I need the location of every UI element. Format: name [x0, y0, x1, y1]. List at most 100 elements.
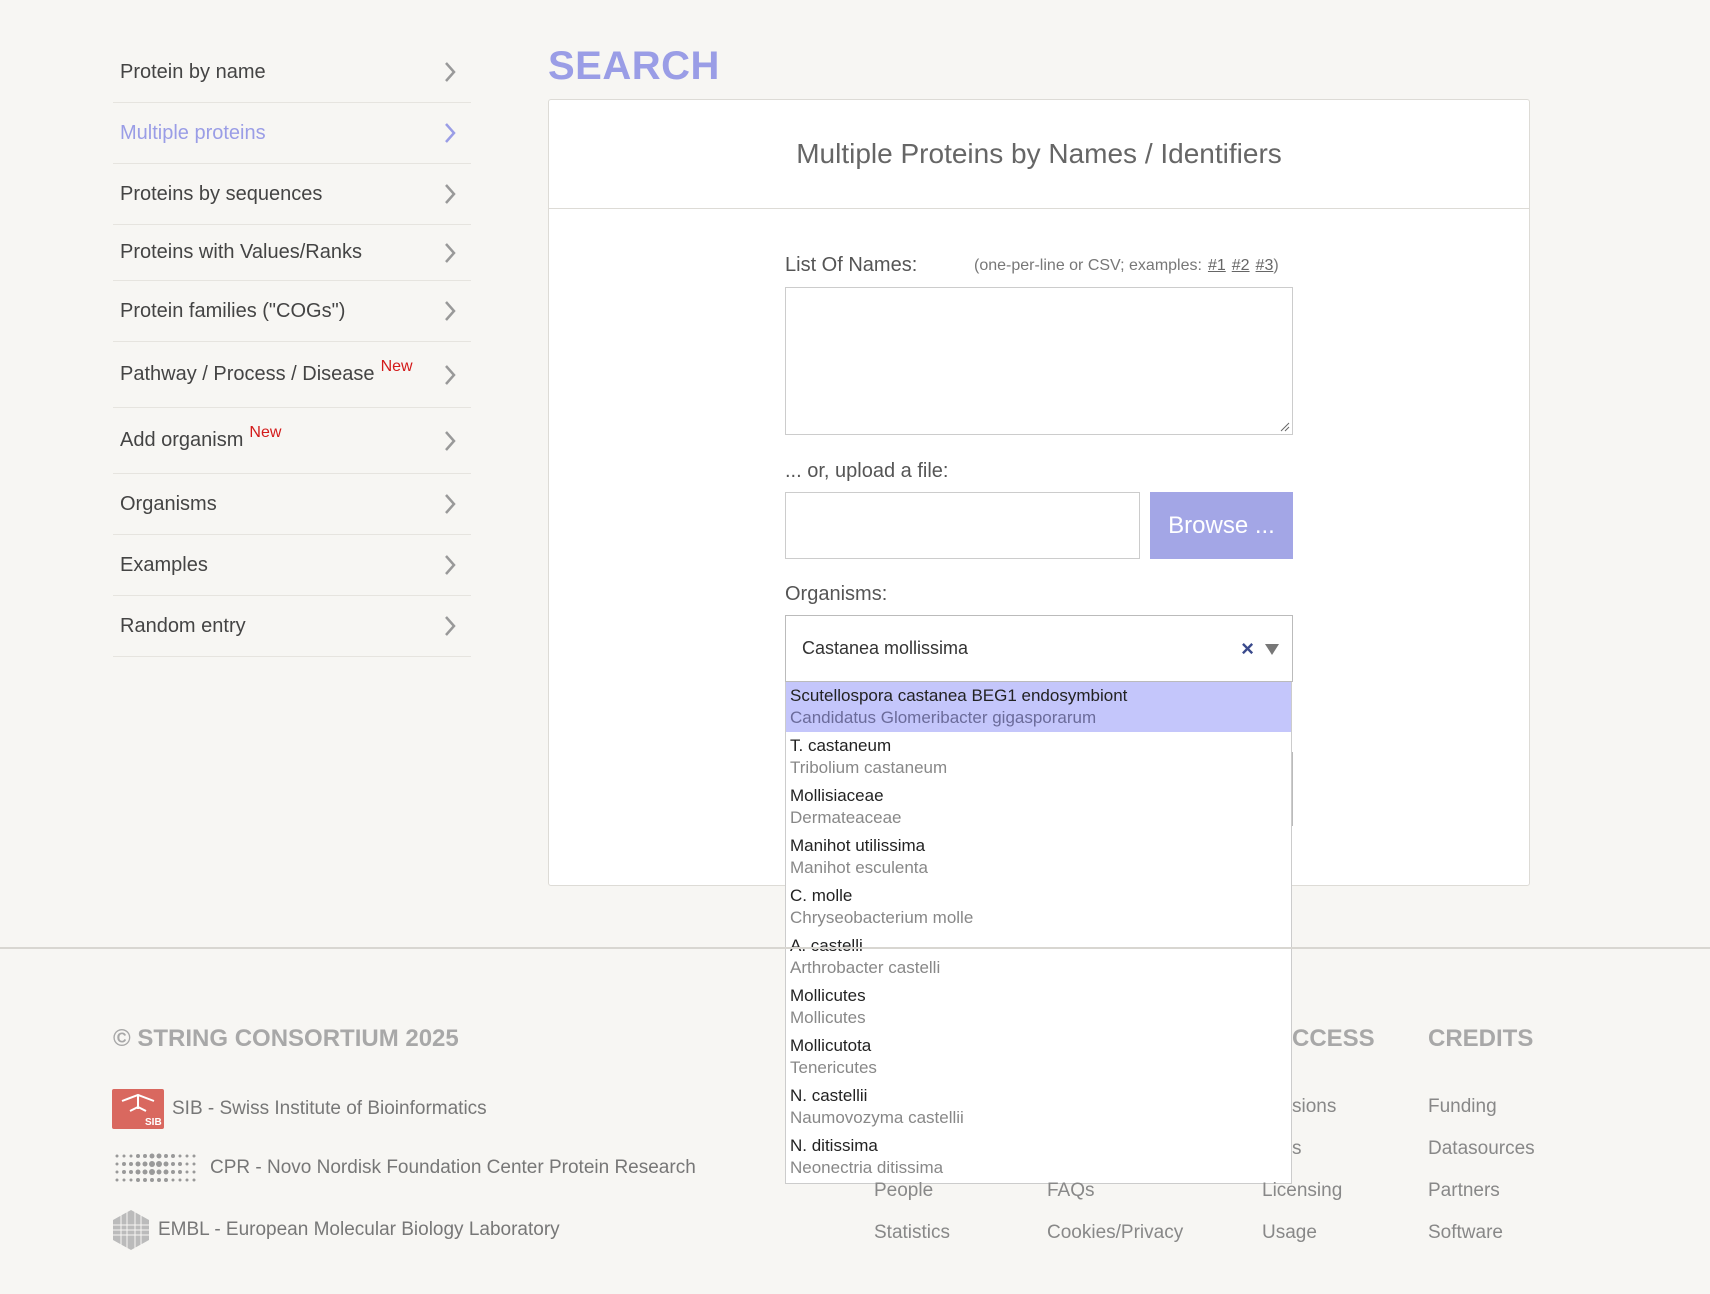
- sidebar-item-multiple-proteins[interactable]: Multiple proteins: [113, 103, 471, 164]
- cpr-logo-icon: [115, 1153, 196, 1182]
- dropdown-option[interactable]: Manihot utilissima Manihot esculenta: [786, 832, 1291, 882]
- dropdown-option[interactable]: C. molle Chryseobacterium molle: [786, 882, 1291, 932]
- chevron-right-icon: [445, 430, 456, 451]
- sidebar-item-label: Proteins with Values/Ranks: [120, 241, 362, 263]
- dropdown-option[interactable]: Scutellospora castanea BEG1 endosymbiont…: [786, 682, 1291, 732]
- footer-link-funding[interactable]: Funding: [1428, 1096, 1497, 1118]
- panel-title: Multiple Proteins by Names / Identifiers: [549, 100, 1529, 209]
- sidebar-item-label: Proteins by sequences: [120, 182, 323, 205]
- option-secondary: Dermateaceae: [790, 808, 902, 827]
- sidebar-item-add-organism[interactable]: Add organism New: [113, 408, 471, 474]
- resize-grip-icon[interactable]: [1280, 422, 1290, 432]
- sidebar-item-protein-families[interactable]: Protein families ("COGs"): [113, 281, 471, 342]
- partner-embl[interactable]: EMBL - European Molecular Biology Labora…: [110, 1208, 560, 1252]
- embl-logo-icon: [113, 1210, 149, 1250]
- example-link-3[interactable]: #3: [1256, 257, 1274, 274]
- option-primary: Mollisiaceae: [790, 786, 884, 805]
- list-hint-suffix: ): [1273, 257, 1279, 274]
- page-title: SEARCH: [548, 44, 720, 88]
- chevron-right-icon: [445, 616, 456, 636]
- file-path-input[interactable]: [785, 492, 1140, 559]
- option-primary: N. ditissima: [790, 1136, 878, 1155]
- footer-link-software[interactable]: Software: [1428, 1222, 1503, 1244]
- sidebar-item-examples[interactable]: Examples: [113, 535, 471, 596]
- example-link-2[interactable]: #2: [1232, 257, 1250, 274]
- new-badge: New: [249, 423, 282, 441]
- footer-link-cookies[interactable]: Cookies/Privacy: [1047, 1222, 1183, 1244]
- partner-label: SIB - Swiss Institute of Bioinformatics: [172, 1098, 487, 1119]
- example-link-1[interactable]: #1: [1208, 257, 1226, 274]
- footer-link-statistics[interactable]: Statistics: [874, 1222, 950, 1244]
- dropdown-option[interactable]: T. castaneum Tribolium castaneum: [786, 732, 1291, 782]
- new-badge: New: [380, 357, 413, 375]
- option-primary: Manihot utilissima: [790, 836, 926, 855]
- dropdown-option[interactable]: Mollicutes Mollicutes: [786, 982, 1291, 1032]
- sidebar-item-protein-by-name[interactable]: Protein by name: [113, 42, 471, 103]
- footer-link-licensing[interactable]: Licensing: [1262, 1180, 1342, 1202]
- option-secondary: Tenericutes: [790, 1058, 877, 1077]
- option-primary: N. castellii: [790, 1086, 868, 1105]
- browse-button[interactable]: Browse ...: [1150, 492, 1293, 559]
- option-secondary: Chryseobacterium molle: [790, 908, 974, 927]
- sidebar-item-label: Examples: [120, 553, 208, 576]
- option-secondary: Tribolium castaneum: [790, 758, 948, 777]
- option-secondary: Mollicutes: [790, 1008, 866, 1027]
- footer-link-versions[interactable]: sions: [1292, 1096, 1336, 1118]
- sidebar-item-random-entry[interactable]: Random entry: [113, 596, 471, 657]
- chevron-right-icon: [445, 301, 456, 321]
- partner-cpr[interactable]: CPR - Novo Nordisk Foundation Center Pro…: [112, 1150, 696, 1186]
- list-hint: (one-per-line or CSV; examples: #1 #2 #3): [974, 257, 1279, 275]
- sidebar-item-label: Add organism: [120, 429, 244, 451]
- sidebar-item-label: Multiple proteins: [120, 121, 266, 144]
- option-primary: Scutellospora castanea BEG1 endosymbiont: [790, 686, 1128, 705]
- dropdown-option[interactable]: A. castelli Arthrobacter castelli: [786, 932, 1291, 982]
- sidebar-item-label: Protein families ("COGs"): [120, 299, 346, 322]
- partner-label: CPR - Novo Nordisk Foundation Center Pro…: [210, 1157, 696, 1178]
- sidebar-item-label: Random entry: [120, 614, 246, 637]
- footer-link-partners[interactable]: Partners: [1428, 1180, 1500, 1202]
- chevron-right-icon: [445, 364, 456, 385]
- dropdown-arrow-icon[interactable]: [1264, 642, 1280, 656]
- organism-dropdown: Scutellospora castanea BEG1 endosymbiont…: [785, 682, 1292, 1184]
- chevron-right-icon: [445, 184, 456, 204]
- footer-col-access-heading: CCESS: [1292, 1025, 1375, 1052]
- clear-icon[interactable]: ×: [1241, 636, 1254, 662]
- organisms-label: Organisms:: [785, 583, 888, 605]
- dropdown-option[interactable]: N. ditissima Neonectria ditissima: [786, 1132, 1291, 1182]
- footer-col-credits-heading: CREDITS: [1428, 1025, 1534, 1052]
- sidebar-item-proteins-by-sequences[interactable]: Proteins by sequences: [113, 164, 471, 225]
- footer-link-datasources[interactable]: Datasources: [1428, 1138, 1535, 1160]
- partner-sib[interactable]: SIB SIB - Swiss Institute of Bioinformat…: [112, 1089, 487, 1129]
- dropdown-option[interactable]: Mollicutota Tenericutes: [786, 1032, 1291, 1082]
- footer-divider: [0, 947, 1710, 949]
- sib-logo-icon: SIB: [112, 1089, 164, 1129]
- sidebar-item-proteins-with-values[interactable]: Proteins with Values/Ranks: [113, 225, 471, 281]
- dropdown-option[interactable]: Mollisiaceae Dermateaceae: [786, 782, 1291, 832]
- option-primary: T. castaneum: [790, 736, 892, 755]
- sidebar-item-label: Organisms: [120, 492, 217, 515]
- names-textarea[interactable]: [785, 287, 1293, 435]
- sidebar-item-label: Protein by name: [120, 60, 266, 83]
- partner-label: EMBL - European Molecular Biology Labora…: [158, 1219, 560, 1240]
- footer-copyright: © STRING CONSORTIUM 2025: [113, 1025, 459, 1052]
- chevron-right-icon: [445, 62, 456, 82]
- footer-link-apis[interactable]: s: [1292, 1138, 1302, 1160]
- organism-select[interactable]: Castanea mollissima ×: [785, 615, 1293, 682]
- dropdown-option[interactable]: N. castellii Naumovozyma castellii: [786, 1082, 1291, 1132]
- chevron-right-icon: [445, 123, 456, 143]
- list-hint-prefix: (one-per-line or CSV; examples:: [974, 257, 1202, 274]
- footer-link-faqs[interactable]: FAQs: [1047, 1180, 1095, 1202]
- option-primary: C. molle: [790, 886, 853, 905]
- footer-link-usage[interactable]: Usage: [1262, 1222, 1317, 1244]
- sidebar-nav: Protein by name Multiple proteins Protei…: [113, 42, 471, 657]
- footer-link-people[interactable]: People: [874, 1180, 933, 1202]
- option-secondary: Naumovozyma castellii: [790, 1108, 964, 1127]
- option-primary: Mollicutota: [790, 1036, 872, 1055]
- option-primary: A. castelli: [790, 936, 863, 955]
- option-secondary: Manihot esculenta: [790, 858, 928, 877]
- option-secondary: Candidatus Glomeribacter gigasporarum: [790, 708, 1097, 727]
- option-secondary: Neonectria ditissima: [790, 1158, 944, 1177]
- chevron-right-icon: [445, 242, 456, 263]
- sidebar-item-pathway[interactable]: Pathway / Process / Disease New: [113, 342, 471, 408]
- sidebar-item-organisms[interactable]: Organisms: [113, 474, 471, 535]
